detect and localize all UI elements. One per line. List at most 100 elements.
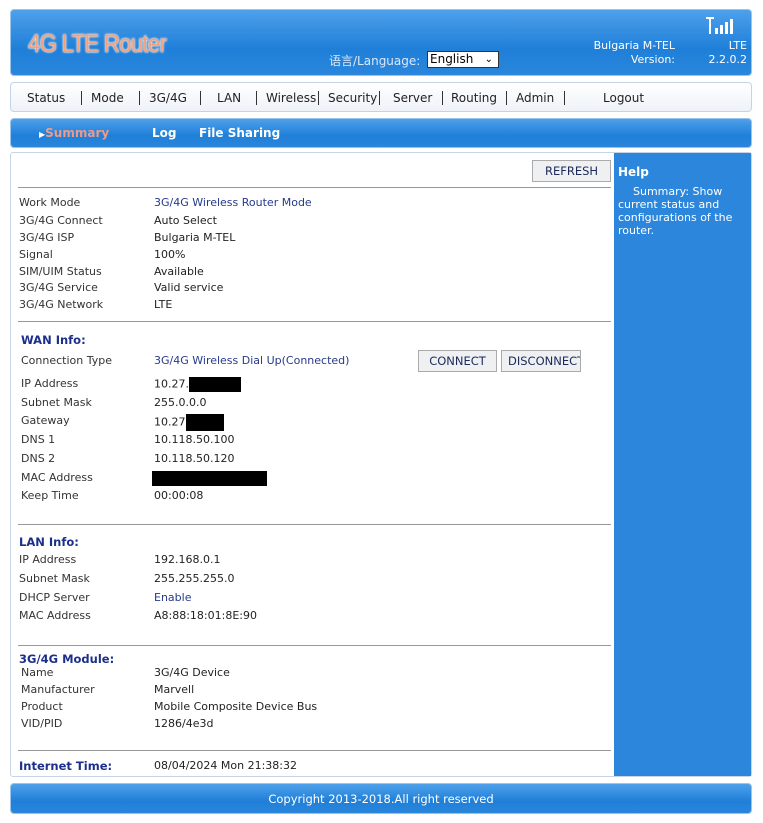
- field-value: Bulgaria M-TEL: [154, 231, 235, 244]
- field-value-text: A8:88:18:01:8E:90: [154, 609, 257, 622]
- field-value: 00:00:08: [154, 489, 203, 502]
- field-value-text: Available: [154, 265, 204, 278]
- field-label: Subnet Mask: [19, 572, 90, 585]
- version-label: Version:: [630, 53, 675, 66]
- field-value-text: 10.118.50.120: [154, 452, 235, 465]
- divider: [18, 524, 611, 525]
- field-value-text: 3G/4G Wireless Router Mode: [154, 196, 312, 209]
- field-label: Signal: [19, 248, 53, 261]
- network-type: LTE: [728, 39, 747, 52]
- field-label: DHCP Server: [19, 591, 90, 604]
- internet-time-value: 08/04/2024 Mon 21:38:32: [154, 759, 297, 772]
- nav-server[interactable]: Server: [393, 91, 432, 105]
- field-label: IP Address: [21, 377, 79, 390]
- field-value-text: LTE: [154, 298, 173, 311]
- field-value: 10.118.50.100: [154, 433, 234, 446]
- router-logo: 4G LTE Router: [28, 30, 167, 58]
- field-label: 3G/4G ISP: [19, 231, 75, 244]
- nav-status[interactable]: Status: [27, 91, 65, 105]
- field-value-text: Mobile Composite Device Bus: [154, 700, 318, 713]
- isp-name: Bulgaria M-TEL: [593, 39, 675, 52]
- nav-logout[interactable]: Logout: [603, 91, 644, 105]
- nav-separator: [139, 91, 140, 105]
- refresh-button[interactable]: REFRESH: [532, 160, 611, 182]
- field-value: A8:88:18:01:8E:90: [154, 609, 257, 622]
- field-value-text: 100%: [154, 248, 186, 261]
- field-value: Enable: [154, 591, 191, 604]
- chevron-down-icon: ⌄: [484, 54, 493, 65]
- field-value: 255.255.255.0: [154, 572, 234, 585]
- field-label: SIM/UIM Status: [19, 265, 102, 278]
- field-value: 3G/4G Device: [154, 666, 230, 679]
- field-label: Product: [21, 700, 63, 713]
- field-value: LTE: [154, 298, 172, 311]
- nav-lan[interactable]: LAN: [217, 91, 241, 105]
- nav-separator: [200, 91, 201, 105]
- field-value: 10.27: [154, 414, 224, 431]
- field-value-text: 3G/4G Device: [154, 666, 230, 679]
- version-value: 2.2.0.2: [708, 53, 747, 66]
- nav-separator: [564, 91, 565, 105]
- field-value: [152, 471, 267, 486]
- language-select[interactable]: English ⌄: [427, 51, 499, 68]
- nav-routing[interactable]: Routing: [451, 91, 497, 105]
- module-info-title: 3G/4G Module:: [19, 652, 115, 666]
- nav-separator: [379, 91, 380, 105]
- lan-info-title: LAN Info:: [19, 535, 79, 549]
- wan-info-title: WAN Info:: [21, 333, 86, 347]
- field-value: Mobile Composite Device Bus: [154, 700, 317, 713]
- subnav-file-sharing[interactable]: File Sharing: [199, 126, 280, 140]
- connect-button[interactable]: CONNECT: [418, 350, 497, 372]
- subnav-summary-label: Summary: [45, 126, 110, 140]
- field-value: Auto Select: [154, 214, 217, 227]
- help-panel: Help Summary: Show current status and co…: [614, 153, 751, 776]
- field-label: Work Mode: [19, 196, 81, 209]
- field-value: 10.27.: [154, 377, 241, 392]
- field-value-text: 255.255.255.0: [154, 572, 235, 585]
- language-value: English: [430, 52, 474, 66]
- nav-separator: [81, 91, 82, 105]
- nav-separator: [442, 91, 443, 105]
- field-value: 255.0.0.0: [154, 396, 206, 409]
- field-value: Marvell: [154, 683, 194, 696]
- field-value-text: 10.27.: [154, 377, 189, 391]
- subnav-log[interactable]: Log: [152, 126, 176, 140]
- field-label: 3G/4G Network: [19, 298, 104, 311]
- nav-separator: [506, 91, 507, 105]
- field-value-text: 10.27: [154, 415, 186, 429]
- nav-security[interactable]: Security: [328, 91, 377, 105]
- nav-admin[interactable]: Admin: [516, 91, 554, 105]
- nav-mode[interactable]: Mode: [91, 91, 124, 105]
- divider: [18, 187, 611, 188]
- field-label: 3G/4G Service: [19, 281, 98, 294]
- divider: [18, 750, 611, 751]
- nav-wireless[interactable]: Wireless: [266, 91, 316, 105]
- subnav-summary[interactable]: ▶Summary: [39, 126, 109, 140]
- field-value-text: 255.0.0.0: [154, 396, 207, 409]
- field-value-text: 00:00:08: [154, 489, 204, 502]
- field-label: Gateway: [21, 414, 70, 427]
- field-label: VID/PID: [21, 717, 63, 730]
- disconnect-button[interactable]: DISCONNECT: [501, 350, 581, 372]
- redaction-box: [152, 471, 267, 486]
- field-label: MAC Address: [19, 609, 91, 622]
- nav-separator: [318, 91, 319, 105]
- field-value: 192.168.0.1: [154, 553, 220, 566]
- field-value: 1286/4e3d: [154, 717, 213, 730]
- field-label: Subnet Mask: [21, 396, 92, 409]
- nav-3g4g[interactable]: 3G/4G: [149, 91, 187, 105]
- field-value-text: Enable: [154, 591, 192, 604]
- field-label: Name: [21, 666, 54, 679]
- field-value: Available: [154, 265, 204, 278]
- divider: [18, 645, 611, 646]
- field-value: 100%: [154, 248, 185, 261]
- nav-separator: [256, 91, 257, 105]
- field-value-text: Valid service: [154, 281, 224, 294]
- field-label: MAC Address: [21, 471, 93, 484]
- footer: Copyright 2013-2018.All right reserved: [10, 783, 752, 814]
- divider: [18, 321, 611, 322]
- field-value-text: Marvell: [154, 683, 195, 696]
- field-label: Keep Time: [21, 489, 79, 502]
- field-value-text: 3G/4G Wireless Dial Up(Connected): [154, 354, 350, 367]
- field-value-text: 1286/4e3d: [154, 717, 214, 730]
